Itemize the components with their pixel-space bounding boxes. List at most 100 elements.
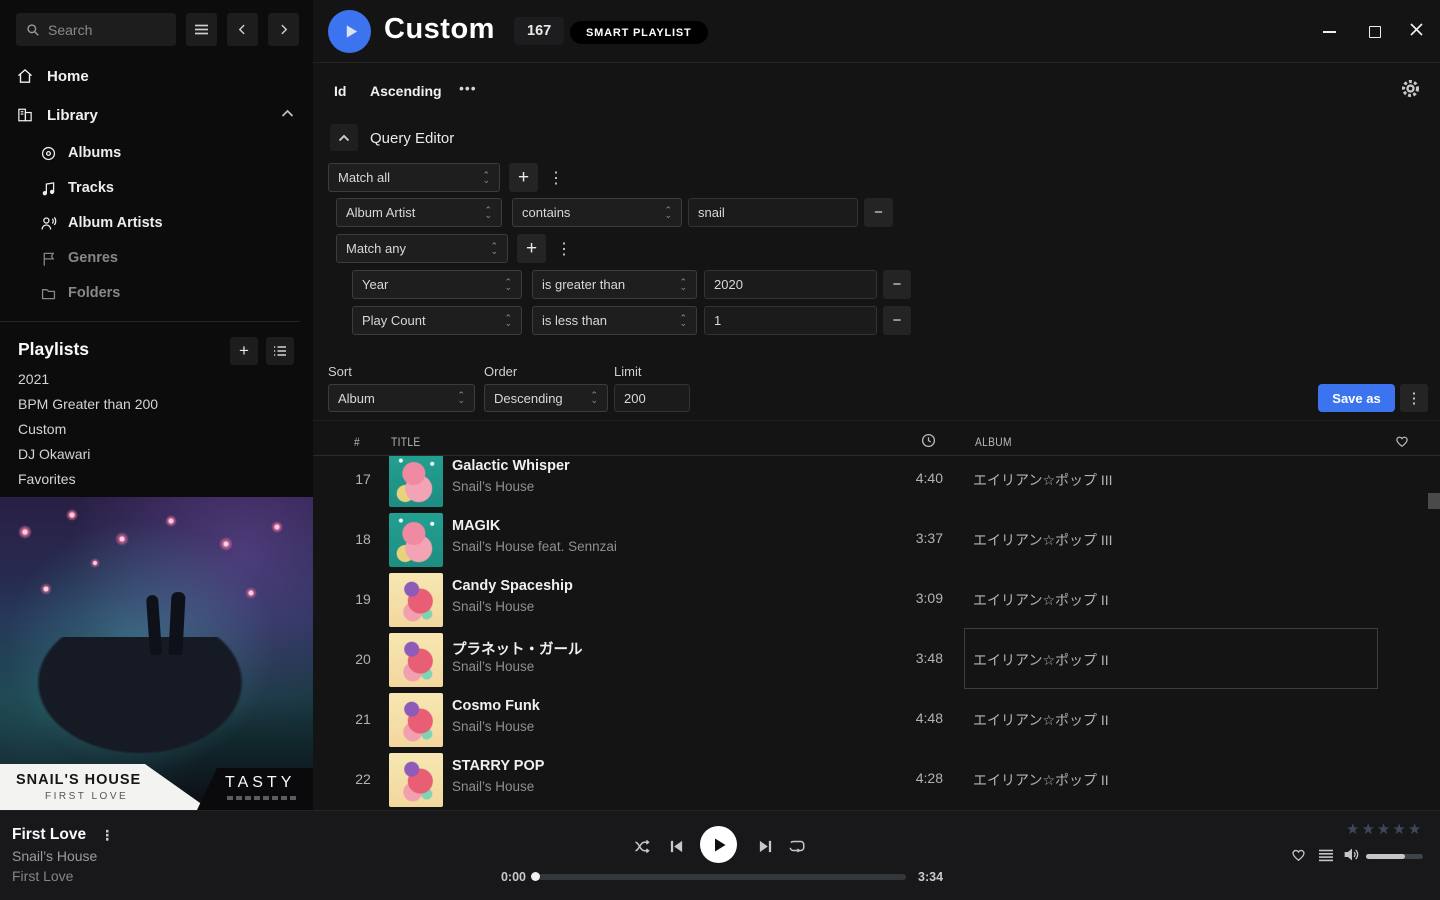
library-collapse-chevron-icon[interactable] [281, 109, 294, 118]
select-carets-icon: ⌃⌄ [679, 316, 687, 326]
column-header-title[interactable]: TITLE [391, 435, 426, 449]
more-options-button[interactable]: ••• [459, 80, 477, 96]
rating-stars: ★ ★ ★ ★ ★ [1346, 820, 1421, 838]
group-menu-button[interactable]: ⋮ [556, 239, 572, 259]
playlist-item[interactable]: Favorites [18, 471, 76, 487]
search-input[interactable] [48, 22, 158, 38]
sidebar-item-label: Genres [68, 250, 118, 266]
now-playing-menu-button[interactable]: ⋮ [100, 827, 114, 844]
favorite-button[interactable] [1288, 845, 1308, 863]
order-select[interactable]: Descending ⌃⌄ [484, 384, 608, 412]
skip-previous-icon [669, 839, 684, 854]
playlist-options-button[interactable] [266, 337, 294, 365]
back-button[interactable] [227, 13, 258, 46]
shuffle-button[interactable] [632, 836, 652, 856]
sort-field-control[interactable]: Id [334, 83, 346, 99]
column-header-number[interactable]: # [350, 435, 366, 449]
album-art-thumbnail [389, 573, 443, 627]
star-icon[interactable]: ★ [1377, 820, 1390, 838]
table-row[interactable]: 17 Galactic Whisper Snail’s House 4:40 エ… [313, 456, 1440, 510]
play-pause-button[interactable] [700, 826, 737, 863]
star-icon[interactable]: ★ [1361, 820, 1374, 838]
sidebar-item-home[interactable]: Home [16, 64, 89, 88]
scrollbar-thumb[interactable] [1428, 493, 1440, 509]
seek-handle[interactable] [531, 872, 540, 881]
duration-column-clock-icon[interactable] [921, 433, 936, 448]
track-duration: 3:48 [883, 650, 943, 666]
rule-value-input[interactable] [688, 198, 858, 227]
track-duration: 4:40 [883, 470, 943, 486]
volume-slider[interactable] [1366, 854, 1423, 859]
folders-icon [40, 285, 57, 302]
sidebar-item-folders[interactable]: Folders [40, 281, 120, 305]
sort-select[interactable]: Album ⌃⌄ [328, 384, 475, 412]
select-carets-icon: ⌃⌄ [504, 280, 512, 290]
limit-label: Limit [614, 364, 641, 379]
previous-track-button[interactable] [666, 838, 686, 854]
rule-operator-select[interactable]: contains ⌃⌄ [512, 198, 682, 227]
sidebar-item-tracks[interactable]: Tracks [40, 176, 114, 200]
remove-rule-button[interactable]: − [883, 306, 911, 335]
play-playlist-button[interactable] [328, 10, 371, 53]
track-album: エイリアン☆ポップ II [973, 710, 1109, 730]
menu-button[interactable] [186, 13, 217, 46]
add-playlist-button[interactable]: + [230, 337, 258, 365]
playlist-item[interactable]: Custom [18, 421, 66, 437]
save-menu-button[interactable]: ⋮ [1400, 384, 1428, 412]
table-row[interactable]: 19 Candy Spaceship Snail’s House 3:09 エイ… [313, 570, 1440, 630]
rule-operator-select[interactable]: is less than ⌃⌄ [532, 306, 697, 335]
queue-button[interactable] [1317, 848, 1335, 862]
add-rule-button[interactable]: + [509, 163, 538, 192]
play-icon [712, 837, 728, 853]
sidebar-item-album-artists[interactable]: Album Artists [40, 211, 163, 235]
track-artist: Snail’s House [452, 779, 534, 794]
sidebar-item-albums[interactable]: Albums [40, 141, 121, 165]
label-subtext-decoration [227, 796, 297, 800]
volume-button[interactable] [1342, 845, 1362, 863]
table-row[interactable]: 22 STARRY POP Snail’s House 4:28 エイリアン☆ポ… [313, 750, 1440, 810]
table-row[interactable]: 21 Cosmo Funk Snail’s House 4:48 エイリアン☆ポ… [313, 690, 1440, 750]
minimize-button[interactable] [1320, 24, 1338, 40]
match-type-select[interactable]: Match all ⌃⌄ [328, 163, 500, 192]
sort-direction-control[interactable]: Ascending [370, 83, 442, 99]
search-input-wrapper[interactable] [16, 13, 176, 46]
add-group-rule-button[interactable]: + [517, 234, 546, 263]
rule-field-select[interactable]: Year ⌃⌄ [352, 270, 522, 299]
favorite-column-heart-icon[interactable] [1394, 433, 1410, 448]
forward-button[interactable] [268, 13, 299, 46]
star-icon[interactable]: ★ [1346, 820, 1359, 838]
save-as-button[interactable]: Save as [1318, 384, 1395, 412]
repeat-button[interactable] [787, 836, 807, 856]
track-list: 17 Galactic Whisper Snail’s House 4:40 エ… [313, 456, 1440, 810]
sidebar-divider [0, 321, 300, 322]
rule-operator-select[interactable]: is greater than ⌃⌄ [532, 270, 697, 299]
table-row[interactable]: 18 MAGIK Snail’s House feat. Sennzai 3:3… [313, 510, 1440, 570]
sidebar-item-library[interactable]: Library [16, 103, 98, 127]
sidebar-item-genres[interactable]: Genres [40, 246, 118, 270]
rule-field-select[interactable]: Album Artist ⌃⌄ [336, 198, 502, 227]
rule-value-input[interactable] [704, 270, 877, 299]
group-match-type-select[interactable]: Match any ⌃⌄ [336, 234, 508, 263]
limit-input[interactable] [614, 384, 690, 412]
settings-button[interactable] [1399, 79, 1421, 101]
rule-field-select[interactable]: Play Count ⌃⌄ [352, 306, 522, 335]
remove-rule-button[interactable]: − [864, 198, 893, 227]
playlist-item[interactable]: BPM Greater than 200 [18, 396, 158, 412]
star-icon[interactable]: ★ [1392, 820, 1405, 838]
remove-rule-button[interactable]: − [883, 270, 911, 299]
select-value: Album Artist [346, 205, 415, 220]
select-carets-icon: ⌃⌄ [504, 316, 512, 326]
column-header-album[interactable]: ALBUM [975, 435, 1018, 449]
seek-bar[interactable] [535, 874, 906, 880]
rule-value-input[interactable] [704, 306, 877, 335]
rule-group-menu-button[interactable]: ⋮ [548, 168, 564, 188]
next-track-button[interactable] [755, 838, 775, 854]
close-button[interactable] [1407, 23, 1425, 39]
playlist-item[interactable]: 2021 [18, 371, 49, 387]
table-row[interactable]: 20 プラネット・ガール Snail’s House 3:48 エイリアン☆ポッ… [313, 630, 1440, 690]
playlist-item[interactable]: DJ Okawari [18, 446, 90, 462]
star-icon[interactable]: ★ [1408, 820, 1421, 838]
chevron-up-icon [338, 134, 350, 142]
query-editor-collapse-button[interactable] [330, 124, 358, 151]
maximize-button[interactable] [1366, 24, 1384, 40]
